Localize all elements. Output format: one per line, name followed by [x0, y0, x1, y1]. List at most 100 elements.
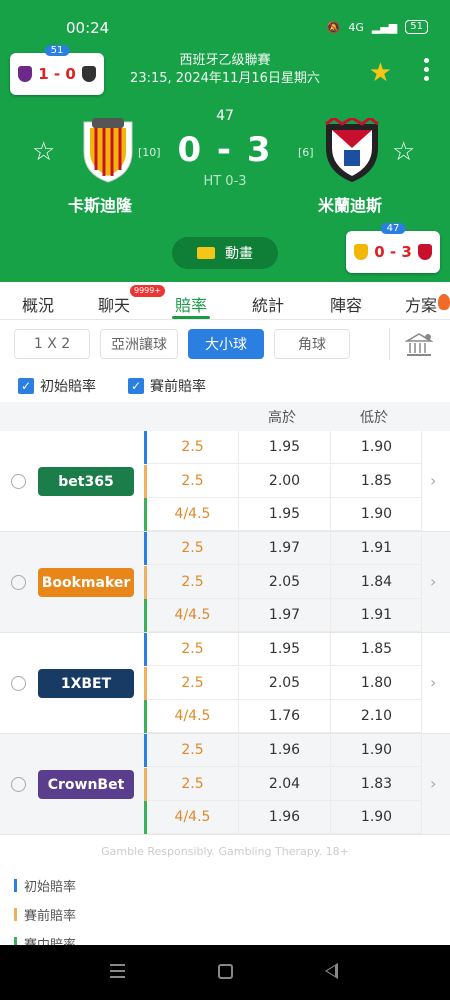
tab-lineup[interactable]: 陣容 — [330, 292, 362, 316]
odds-over: 1.95 — [238, 431, 330, 464]
odds-line: 2.5 — [181, 472, 204, 489]
chevron-right-icon[interactable]: › — [430, 774, 436, 793]
chevron-right-icon[interactable]: › — [430, 572, 436, 591]
odds-over: 1.97 — [238, 532, 330, 565]
back-icon[interactable] — [325, 963, 338, 979]
odds-row: 2.5 1.95 1.90 — [144, 431, 422, 464]
odds-line: 2.5 — [181, 439, 204, 455]
filter-corners[interactable]: 角球 — [274, 329, 350, 359]
odds-row: 4/4.5 1.97 1.91 — [144, 599, 422, 633]
home-team-name[interactable]: 卡斯迪隆 — [30, 192, 170, 216]
filter-1x2[interactable]: 1 X 2 — [14, 329, 90, 359]
more-options-icon[interactable] — [424, 58, 430, 81]
bookmaker-logo: CrownBet — [38, 770, 134, 799]
odds-under: 1.85 — [330, 464, 422, 498]
odds-over: 1.96 — [238, 734, 330, 767]
mini-score-value: 0 - 3 — [374, 243, 412, 261]
bookmaker-radio[interactable] — [11, 777, 26, 792]
odds-over: 1.95 — [238, 633, 330, 666]
check-label: 賽前賠率 — [150, 379, 206, 395]
check-initial-odds[interactable]: ✓ 初始賠率 — [18, 376, 96, 396]
market-filters: 1 X 2 亞洲讓球 大小球 角球 — [0, 320, 450, 368]
odds-over: 1.76 — [238, 700, 330, 734]
bookmaker-radio[interactable] — [11, 575, 26, 590]
home-favorite-star-icon[interactable]: ☆ — [32, 137, 55, 167]
odds-line: 4/4.5 — [174, 506, 211, 523]
bookmaker-radio[interactable] — [11, 676, 26, 691]
tab-odds[interactable]: 賠率 — [175, 292, 207, 316]
odds-line: 2.5 — [181, 540, 204, 556]
odds-over: 1.96 — [238, 801, 330, 835]
animation-button[interactable]: 動畫 — [172, 237, 278, 269]
odds-type-checks: ✓ 初始賠率 ✓ 賽前賠率 — [0, 370, 450, 400]
disclaimer: Gamble Responsibly. Gambling Therapy. 18… — [101, 845, 349, 858]
odds-line: 2.5 — [181, 775, 204, 792]
legend-initial: 初始賠率 — [14, 876, 76, 895]
system-nav-bar — [0, 945, 450, 1000]
legend-label: 初始賠率 — [24, 880, 77, 895]
odds-row: 4/4.5 1.96 1.90 — [144, 801, 422, 835]
check-label: 初始賠率 — [40, 379, 96, 395]
mini-score-right[interactable]: 47 0 - 3 — [346, 223, 440, 273]
tab-overview[interactable]: 概況 — [22, 292, 54, 316]
menu-icon[interactable] — [110, 964, 125, 982]
odds-line: 4/4.5 — [174, 708, 211, 725]
tab-stats[interactable]: 統計 — [252, 292, 284, 316]
odds-under: 1.90 — [330, 801, 422, 835]
bookmaker-group[interactable]: bet365 2.5 1.95 1.90 2.5 2.00 1.85 4/4.5 1.95 1.9… — [0, 431, 450, 532]
status-icons: 🔕 4G ▂▄▆ 51 — [327, 20, 428, 34]
team-crest-icon — [417, 244, 432, 260]
legend-label: 賽前賠率 — [24, 909, 77, 924]
tab-bar: 概況 聊天 9999+ 賠率 統計 陣容 方案 — [0, 282, 450, 320]
odds-over: 1.95 — [238, 498, 330, 532]
odds-line: 2.5 — [181, 641, 204, 657]
signal-icon: ▂▄▆ — [371, 20, 398, 34]
home-rank: [10] — [138, 146, 161, 159]
mini-score-badge: 47 — [380, 223, 406, 234]
favorite-star-icon[interactable]: ★ — [369, 58, 392, 88]
active-tab-indicator — [172, 316, 210, 319]
bookmaker-group[interactable]: Bookmaker 2.5 1.97 1.91 2.5 2.05 1.84 4/4.5 1.97… — [0, 532, 450, 633]
odds-under: 1.90 — [330, 431, 422, 464]
match-minute: 47 — [216, 108, 234, 124]
odds-row: 2.5 1.96 1.90 — [144, 734, 422, 767]
away-favorite-star-icon[interactable]: ☆ — [392, 137, 415, 167]
odds-row: 4/4.5 1.95 1.90 — [144, 498, 422, 532]
battery-icon: 51 — [405, 20, 428, 34]
odds-under: 1.91 — [330, 532, 422, 565]
legend-color — [14, 908, 17, 921]
filter-over-under[interactable]: 大小球 — [188, 329, 264, 359]
legend-color — [14, 879, 17, 892]
odds-table-header: 高於 低於 — [0, 402, 450, 431]
tab-plans[interactable]: 方案 — [405, 292, 437, 316]
home-icon[interactable] — [218, 964, 233, 979]
tab-chat[interactable]: 聊天 — [98, 292, 130, 316]
odds-under: 1.91 — [330, 599, 422, 633]
bank-icon[interactable] — [405, 332, 433, 358]
bookmaker-group[interactable]: CrownBet 2.5 1.96 1.90 2.5 2.04 1.83 4/4.5 1.96 1… — [0, 734, 450, 835]
bookmaker-group[interactable]: 1XBET 2.5 1.95 1.85 2.5 2.05 1.80 4/4.5 1.76 2.10… — [0, 633, 450, 734]
filter-asian-handicap[interactable]: 亞洲讓球 — [100, 329, 178, 359]
mute-icon: 🔕 — [326, 20, 341, 34]
away-team-name[interactable]: 米蘭迪斯 — [280, 192, 420, 216]
network-icon: 4G — [348, 20, 364, 34]
bookmaker-radio[interactable] — [11, 474, 26, 489]
away-rank: [6] — [298, 146, 314, 159]
legend-prematch: 賽前賠率 — [14, 905, 76, 924]
odds-over: 2.04 — [238, 767, 330, 801]
odds-line: 4/4.5 — [174, 809, 211, 826]
chevron-right-icon[interactable]: › — [430, 673, 436, 692]
odds-over: 1.97 — [238, 599, 330, 633]
odds-under: 2.10 — [330, 700, 422, 734]
home-crest-icon[interactable] — [78, 118, 138, 184]
status-bar: 00:24 🔕 4G ▂▄▆ 51 — [0, 18, 450, 40]
odds-under: 1.84 — [330, 565, 422, 599]
header-under: 低於 — [360, 410, 388, 426]
check-prematch-odds[interactable]: ✓ 賽前賠率 — [128, 376, 206, 396]
odds-line: 2.5 — [181, 674, 204, 691]
odds-line: 2.5 — [181, 742, 204, 758]
chevron-right-icon[interactable]: › — [430, 471, 436, 490]
bookmaker-logo: bet365 — [38, 467, 134, 496]
away-crest-icon[interactable] — [322, 118, 382, 184]
chat-badge: 9999+ — [130, 285, 166, 297]
